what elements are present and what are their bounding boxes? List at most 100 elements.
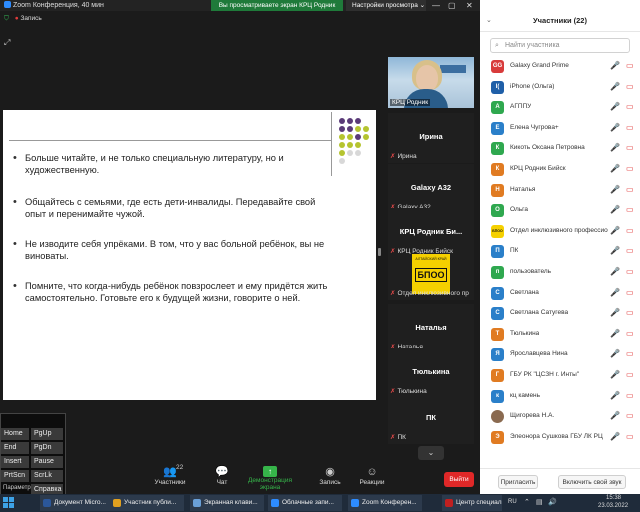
key-home[interactable]: Home xyxy=(1,428,29,440)
participant-tile[interactable]: АЛТАЙСКИЙ КРАЙ БПОО ✗ Отдел инклюзивного … xyxy=(388,254,474,300)
maximize-icon[interactable]: ▢ xyxy=(448,0,456,11)
camera-off-icon[interactable]: ▭ xyxy=(626,349,634,358)
key-pgdn[interactable]: PgDn xyxy=(31,442,63,454)
mic-muted-icon[interactable]: 🎤 xyxy=(610,164,620,173)
mic-muted-icon[interactable]: 🎤 xyxy=(610,185,620,194)
mic-muted-icon[interactable]: 🎤 xyxy=(610,102,620,111)
participant-row[interactable]: Э Элеонора Сушкова ГБУ ЛК РЦ 🎤 ▭ xyxy=(480,428,640,449)
participant-row[interactable]: GG Galaxy Grand Prime 🎤 ▭ xyxy=(480,57,640,78)
mic-muted-icon[interactable]: 🎤 xyxy=(610,391,620,400)
participant-tile[interactable]: Тюлькина ✗ Тюлькина xyxy=(388,348,474,398)
key-insert[interactable]: Insert xyxy=(1,456,29,468)
participant-row[interactable]: Г ГБУ РК "ЦСЗН г. Инты" 🎤 ▭ xyxy=(480,366,640,387)
invite-button[interactable]: Пригласить xyxy=(498,475,538,489)
mic-muted-icon[interactable]: 🎤 xyxy=(610,329,620,338)
participant-tile[interactable]: Наталья ✗Наталья xyxy=(388,304,474,354)
participant-row[interactable]: Я Ярославцева Нина 🎤 ▭ xyxy=(480,345,640,366)
camera-off-icon[interactable]: ▭ xyxy=(626,185,634,194)
mic-muted-icon[interactable]: 🎤 xyxy=(610,61,620,70)
mic-muted-icon[interactable]: 🎤 xyxy=(610,370,620,379)
participants-button[interactable]: 👥 22 Участники xyxy=(140,464,200,486)
participant-row[interactable]: БПОО Отдел инклюзивного профессионального… xyxy=(480,222,640,243)
minimize-icon[interactable]: — xyxy=(432,0,440,11)
participant-row[interactable]: П ПК 🎤 ▭ xyxy=(480,242,640,263)
mic-muted-icon[interactable]: 🎤 xyxy=(610,205,620,214)
taskbar-app-button[interactable]: Участник публи... xyxy=(110,495,184,511)
taskbar-app-button[interactable]: Документ Micro... xyxy=(40,495,114,511)
tray-arrow-icon[interactable]: ⌃ xyxy=(524,498,530,506)
camera-off-icon[interactable]: ▭ xyxy=(626,82,634,91)
mic-muted-icon[interactable]: 🎤 xyxy=(610,308,620,317)
participant-row[interactable]: Т Тюлькина 🎤 ▭ xyxy=(480,325,640,346)
camera-off-icon[interactable]: ▭ xyxy=(626,329,634,338)
resize-handle[interactable] xyxy=(378,248,381,256)
volume-icon[interactable]: 🔊 xyxy=(548,498,557,506)
participant-tile[interactable]: КРЦ Родник Би... ✗ КРЦ Родник Бийск xyxy=(388,208,474,258)
participant-tile[interactable]: ПК ✗ ПК xyxy=(388,394,474,444)
participant-row[interactable]: С Светлана Сатугева 🎤 ▭ xyxy=(480,304,640,325)
camera-off-icon[interactable]: ▭ xyxy=(626,143,634,152)
camera-off-icon[interactable]: ▭ xyxy=(626,246,634,255)
participant-row[interactable]: Н Наталья 🎤 ▭ xyxy=(480,181,640,202)
mic-muted-icon[interactable]: 🎤 xyxy=(610,123,620,132)
camera-off-icon[interactable]: ▭ xyxy=(626,370,634,379)
camera-off-icon[interactable]: ▭ xyxy=(626,411,634,420)
participant-search-input[interactable]: ⌕ Найти участника xyxy=(490,38,630,53)
camera-off-icon[interactable]: ▭ xyxy=(626,205,634,214)
camera-off-icon[interactable]: ▭ xyxy=(626,288,634,297)
camera-off-icon[interactable]: ▭ xyxy=(626,123,634,132)
unmute-myself-button[interactable]: Включить свой звук xyxy=(558,475,626,489)
participant-row[interactable]: А АГППУ 🎤 ▭ xyxy=(480,98,640,119)
share-screen-button[interactable]: ↑ Демонстрация экрана xyxy=(240,466,300,491)
view-options-button[interactable]: Настройки просмотра ⌄ xyxy=(346,0,426,11)
language-indicator[interactable]: RU xyxy=(508,499,517,505)
participant-row[interactable]: О Ольга 🎤 ▭ xyxy=(480,201,640,222)
participant-tile[interactable]: Galaxy A32 ✗Galaxy A32 xyxy=(388,164,474,214)
mic-muted-icon[interactable]: 🎤 xyxy=(610,246,620,255)
camera-off-icon[interactable]: ▭ xyxy=(626,61,634,70)
participant-row[interactable]: Щигорева Н.А. 🎤 ▭ xyxy=(480,407,640,428)
participant-row[interactable]: к кц камень 🎤 ▭ xyxy=(480,387,640,408)
key-pause[interactable]: Pause xyxy=(31,456,63,468)
taskbar-app-button[interactable]: Центр специаль... xyxy=(442,495,502,511)
mic-muted-icon[interactable]: 🎤 xyxy=(610,82,620,91)
camera-off-icon[interactable]: ▭ xyxy=(626,164,634,173)
participant-row[interactable]: I(iPhone (Ольга) 🎤 ▭ xyxy=(480,78,640,99)
participant-row[interactable]: К КРЦ Родник Бийск 🎤 ▭ xyxy=(480,160,640,181)
network-icon[interactable]: ▤ xyxy=(536,498,543,506)
camera-off-icon[interactable]: ▭ xyxy=(626,308,634,317)
close-icon[interactable]: ✕ xyxy=(466,0,473,11)
mic-muted-icon[interactable]: 🎤 xyxy=(610,267,620,276)
mic-muted-icon[interactable]: 🎤 xyxy=(610,432,620,441)
taskbar-app-button[interactable]: Экранная клави... xyxy=(190,495,264,511)
mic-muted-icon[interactable]: 🎤 xyxy=(610,411,620,420)
mic-muted-icon[interactable]: 🎤 xyxy=(610,226,620,235)
camera-off-icon[interactable]: ▭ xyxy=(626,432,634,441)
key-prtscn[interactable]: PrtScn xyxy=(1,470,29,482)
participant-row[interactable]: Е Елена Чугрова+ 🎤 ▭ xyxy=(480,119,640,140)
taskbar-app-button[interactable]: Облачные запи... xyxy=(268,495,342,511)
reactions-button[interactable]: ☺ Реакции xyxy=(342,466,402,486)
mic-muted-icon[interactable]: 🎤 xyxy=(610,143,620,152)
key-scrlk[interactable]: ScrLk xyxy=(31,470,63,482)
windows-start-icon[interactable] xyxy=(3,497,15,509)
participant-row[interactable]: п пользователь 🎤 ▭ xyxy=(480,263,640,284)
camera-off-icon[interactable]: ▭ xyxy=(626,391,634,400)
expand-icon[interactable]: ⤢ xyxy=(4,38,10,48)
taskbar-app-button[interactable]: Zoom Конферен... xyxy=(348,495,422,511)
active-video-tile[interactable]: КРЦ Родник xyxy=(388,57,474,108)
record-indicator[interactable]: ⛉ ● Запись xyxy=(4,15,42,23)
leave-button[interactable]: Выйти xyxy=(444,472,474,487)
participant-tile[interactable]: Ирина ✗ Ирина xyxy=(388,113,474,163)
key-end[interactable]: End xyxy=(1,442,29,454)
camera-off-icon[interactable]: ▭ xyxy=(626,226,634,235)
camera-off-icon[interactable]: ▭ xyxy=(626,267,634,276)
mic-muted-icon[interactable]: 🎤 xyxy=(610,288,620,297)
clock-time[interactable]: 15:38 xyxy=(606,495,621,501)
camera-off-icon[interactable]: ▭ xyxy=(626,102,634,111)
participant-row[interactable]: К Кикоть Оксана Петровна 🎤 ▭ xyxy=(480,139,640,160)
mic-muted-icon[interactable]: 🎤 xyxy=(610,349,620,358)
clock-date[interactable]: 23.03.2022 xyxy=(598,503,628,509)
scroll-tiles-down-button[interactable]: ⌄ xyxy=(418,446,444,460)
participant-row[interactable]: С Светлана 🎤 ▭ xyxy=(480,284,640,305)
